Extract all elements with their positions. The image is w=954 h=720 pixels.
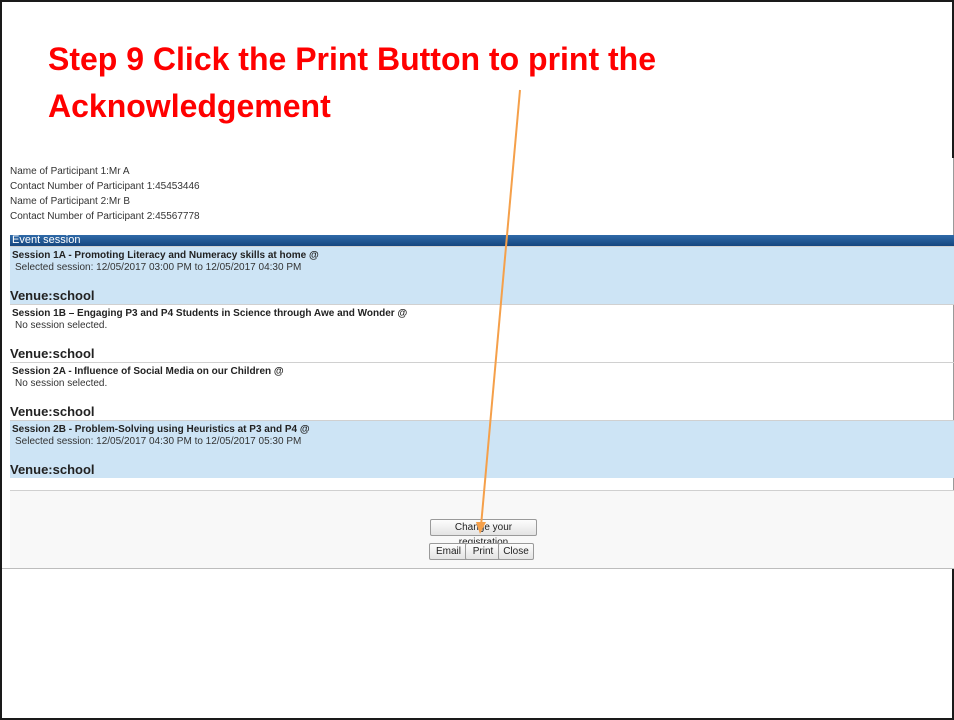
session-title: Session 2B - Problem-Solving using Heuri… (12, 424, 310, 435)
session-status: No session selected. (15, 378, 108, 389)
close-button[interactable]: Close (498, 543, 534, 560)
session-status: No session selected. (15, 320, 108, 331)
session-venue: Venue:school (10, 404, 95, 419)
participant-2-name: Name of Participant 2:Mr B (10, 196, 131, 207)
print-button[interactable]: Print (465, 543, 501, 560)
session-venue: Venue:school (10, 462, 95, 477)
session-title: Session 1B – Engaging P3 and P4 Students… (12, 308, 408, 319)
session-row-1a: Session 1A - Promoting Literacy and Nume… (10, 246, 954, 304)
session-title: Session 2A - Influence of Social Media o… (12, 366, 284, 377)
session-row-2a: Session 2A - Influence of Social Media o… (10, 362, 954, 420)
participant-1-contact: Contact Number of Participant 1:45453446 (10, 181, 200, 192)
change-registration-button[interactable]: Change your registration (430, 519, 537, 548)
participant-2-contact: Contact Number of Participant 2:45567778 (10, 211, 200, 222)
slide-title-line-1: Step 9 Click the Print Button to print t… (48, 41, 656, 77)
email-button[interactable]: Email (429, 543, 468, 560)
session-status: Selected session: 12/05/2017 03:00 PM to… (15, 262, 302, 273)
session-status: Selected session: 12/05/2017 04:30 PM to… (15, 436, 302, 447)
session-row-2b: Session 2B - Problem-Solving using Heuri… (10, 420, 954, 478)
session-list: Session 1A - Promoting Literacy and Nume… (10, 246, 954, 478)
acknowledgement-screenshot: Name of Participant 1:Mr A Contact Numbe… (2, 158, 954, 569)
action-button-area: Change your registration Email Print Clo… (10, 490, 954, 568)
participant-details: Name of Participant 1:Mr A Contact Numbe… (10, 164, 200, 224)
slide-title-line-2: Acknowledgement (48, 88, 331, 124)
session-venue: Venue:school (10, 288, 95, 303)
participant-1-name: Name of Participant 1:Mr A (10, 166, 130, 177)
session-venue: Venue:school (10, 346, 95, 361)
slide-title: Step 9 Click the Print Button to print t… (48, 36, 768, 130)
session-row-1b: Session 1B – Engaging P3 and P4 Students… (10, 304, 954, 362)
session-title: Session 1A - Promoting Literacy and Nume… (12, 250, 319, 261)
event-session-header: Event session (10, 235, 954, 246)
